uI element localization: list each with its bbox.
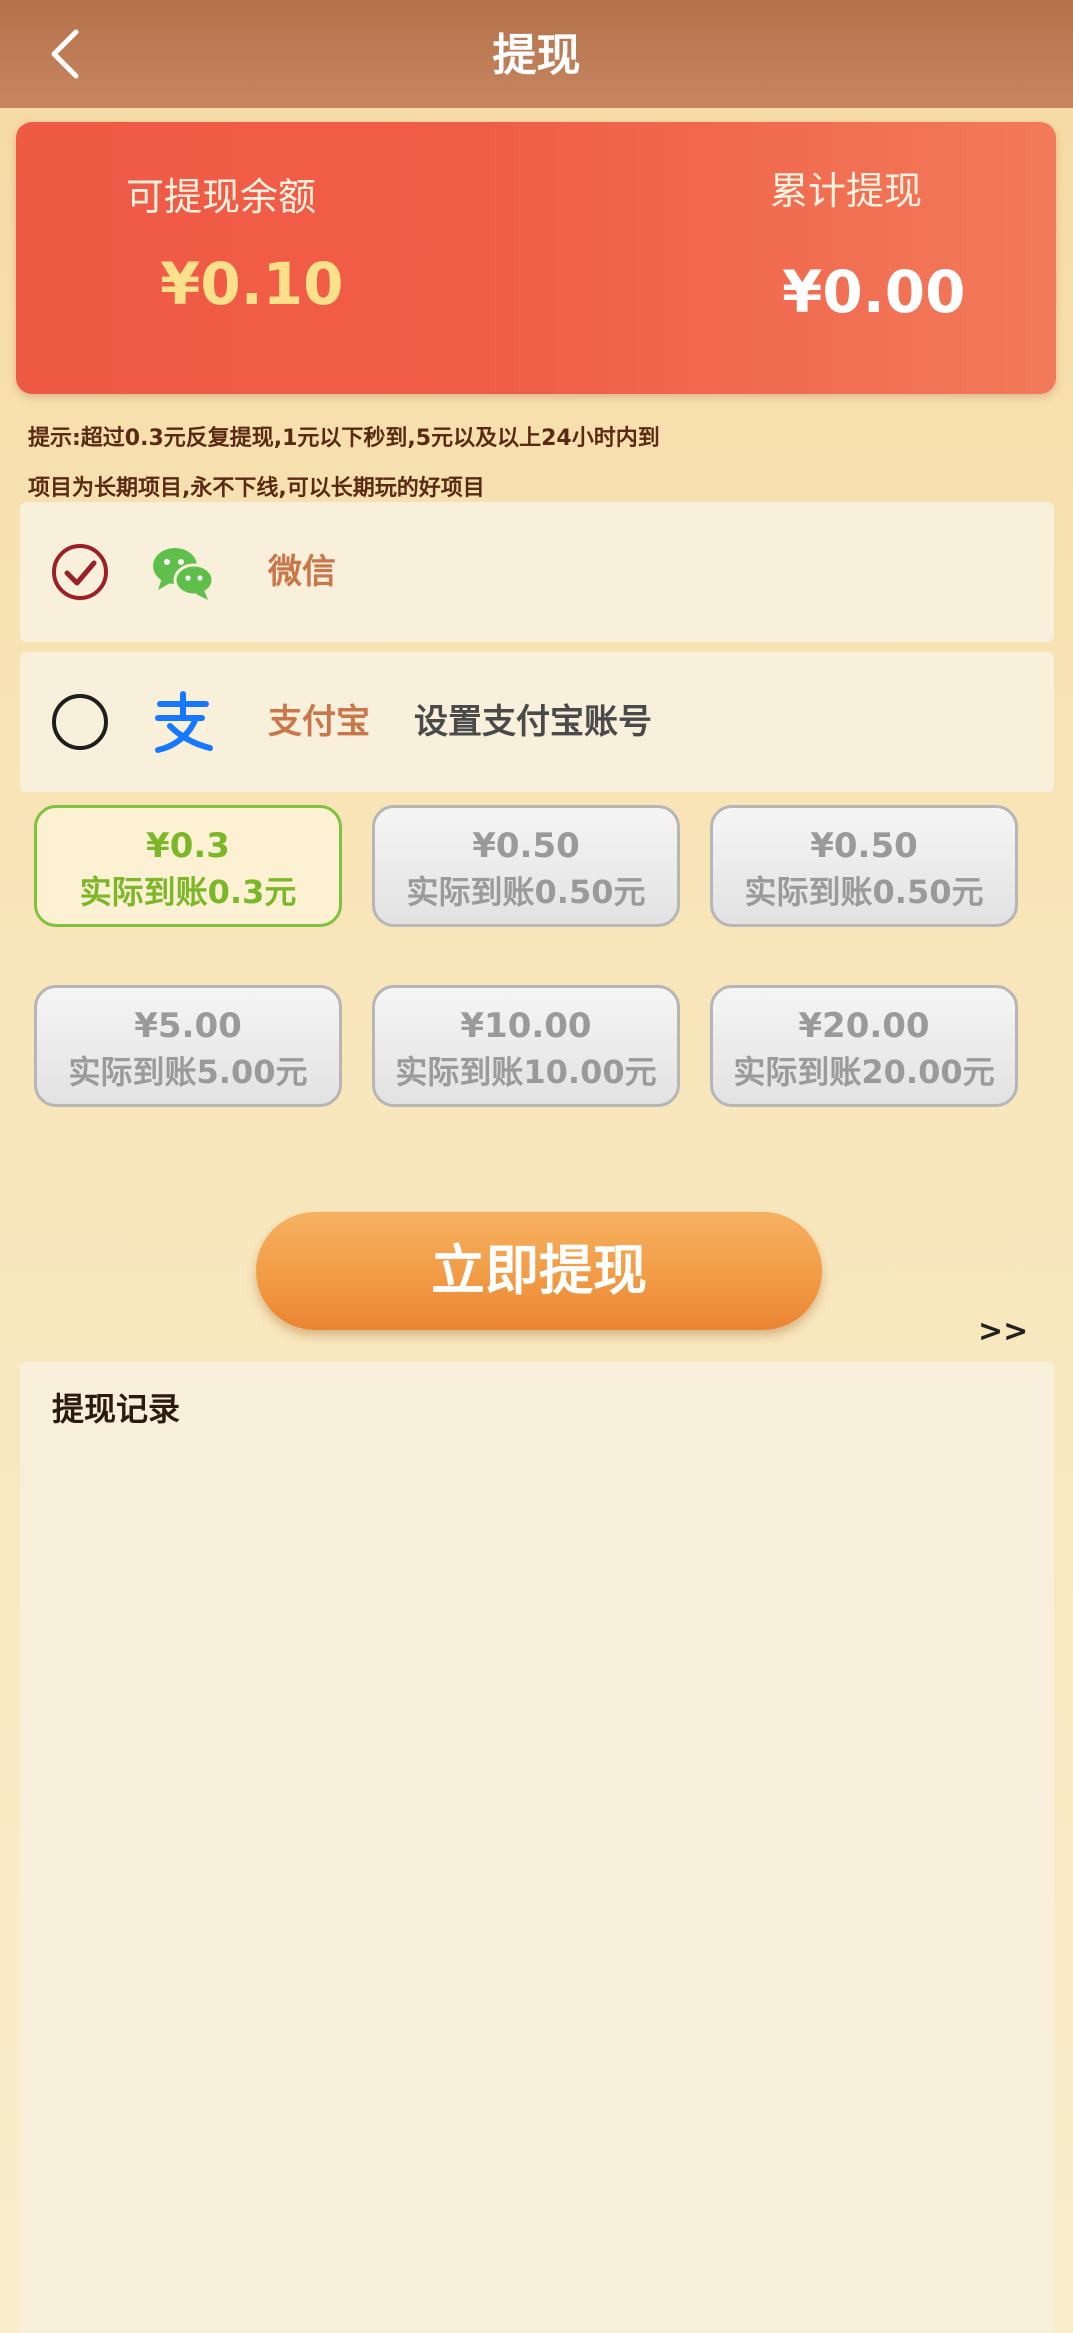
unchecked-circle-icon[interactable]: [50, 692, 110, 752]
more-records-link[interactable]: >>: [978, 1314, 1028, 1349]
top-bar: 提现: [0, 0, 1073, 108]
available-balance-label: 可提现余额: [126, 175, 317, 219]
amount-value: ¥20.00: [798, 1006, 930, 1046]
payment-name-alipay: 支付宝: [268, 702, 370, 742]
page-title: 提现: [492, 30, 581, 81]
withdraw-records-panel: 提现记录: [20, 1362, 1054, 2333]
checked-circle-icon[interactable]: [50, 542, 110, 602]
amount-actual: 实际到账0.50元: [406, 873, 646, 911]
payment-option-alipay[interactable]: 支付宝 设置支付宝账号: [20, 652, 1054, 792]
wechat-icon: [153, 548, 215, 600]
payment-name-wechat: 微信: [268, 552, 336, 592]
amount-value: ¥0.50: [472, 826, 580, 866]
amount-option-0-50-a[interactable]: ¥0.50 实际到账0.50元: [372, 805, 680, 927]
tip-text-line2: 项目为长期项目,永不下线,可以长期玩的好项目: [28, 476, 485, 501]
records-title: 提现记录: [52, 1390, 181, 1428]
set-alipay-account-link[interactable]: 设置支付宝账号: [414, 652, 652, 792]
alipay-icon: [155, 691, 213, 753]
amount-actual: 实际到账5.00元: [68, 1053, 308, 1091]
amount-actual: 实际到账0.3元: [79, 873, 297, 911]
amount-option-0-3[interactable]: ¥0.3 实际到账0.3元: [34, 805, 342, 927]
amount-option-5-00[interactable]: ¥5.00 实际到账5.00元: [34, 985, 342, 1107]
amount-actual: 实际到账10.00元: [395, 1053, 657, 1091]
available-balance-amount: ¥0.10: [160, 250, 344, 318]
tip-text-line1: 提示:超过0.3元反复提现,1元以下秒到,5元以及以上24小时内到: [28, 426, 660, 451]
amount-option-20-00[interactable]: ¥20.00 实际到账20.00元: [710, 985, 1018, 1107]
balance-card: 可提现余额 ¥0.10 累计提现 ¥0.00: [16, 122, 1056, 394]
amount-actual: 实际到账20.00元: [733, 1053, 995, 1091]
payment-option-wechat[interactable]: 微信: [20, 502, 1054, 642]
amount-value: ¥5.00: [134, 1006, 242, 1046]
amount-value: ¥0.50: [810, 826, 918, 866]
withdraw-now-button[interactable]: 立即提现: [256, 1212, 822, 1330]
amount-value: ¥0.3: [146, 826, 230, 866]
amount-option-0-50-b[interactable]: ¥0.50 实际到账0.50元: [710, 805, 1018, 927]
total-withdrawn-amount: ¥0.00: [782, 258, 966, 326]
total-withdrawn-label: 累计提现: [770, 169, 923, 213]
amount-actual: 实际到账0.50元: [744, 873, 984, 911]
amount-value: ¥10.00: [460, 1006, 592, 1046]
amount-option-10-00[interactable]: ¥10.00 实际到账10.00元: [372, 985, 680, 1107]
